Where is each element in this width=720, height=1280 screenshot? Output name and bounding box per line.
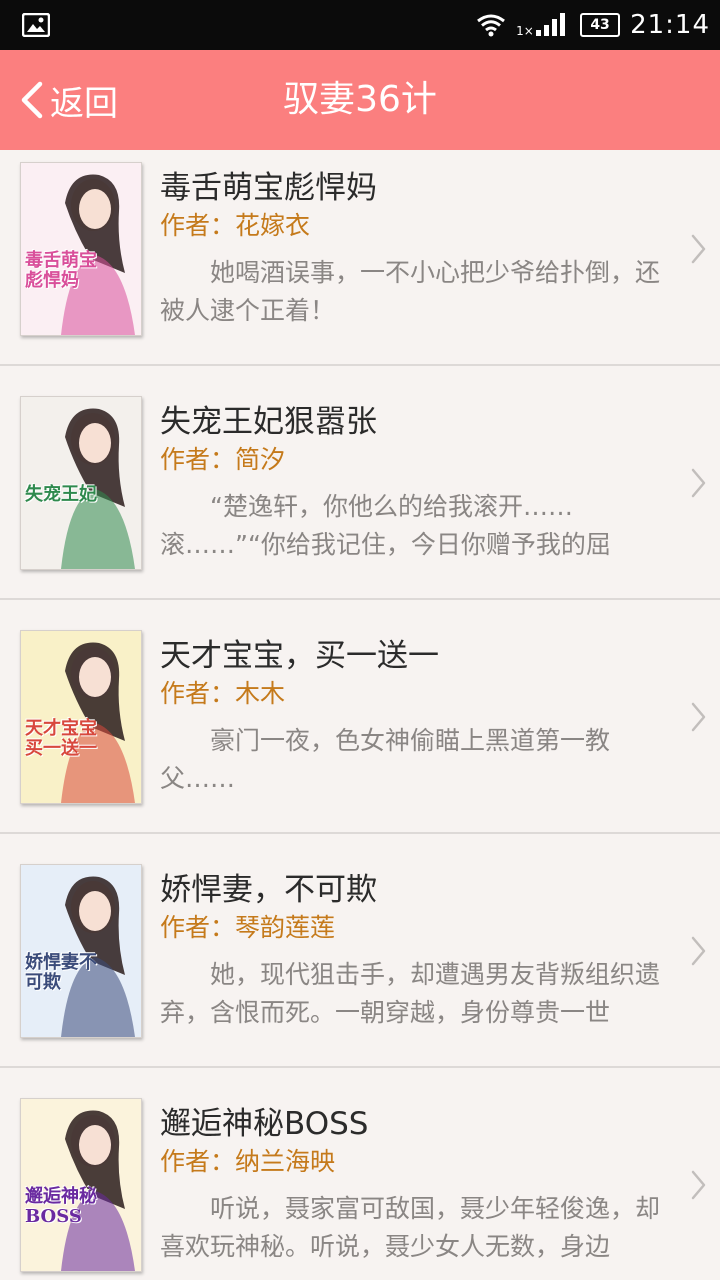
battery-level: 43 [590, 17, 610, 33]
book-author: 作者：木木 [160, 674, 285, 710]
book-cover-text: 娇悍妻不可欺 [25, 952, 97, 993]
image-icon [22, 13, 50, 37]
network-type: 1× [516, 24, 534, 38]
book-cover-text: 失宠王妃 [25, 484, 97, 505]
book-list-item[interactable]: 邂逅神秘BOSS 邂逅神秘BOSS 作者：纳兰海映 听说，聂家富可敌国，聂少年轻俊逸，… [0, 1068, 720, 1280]
author-prefix: 作者： [160, 445, 236, 474]
author-name: 纳兰海映 [235, 1147, 336, 1176]
book-cover-image: 娇悍妻不可欺 [20, 864, 142, 1038]
book-author: 作者：花嫁衣 [160, 206, 310, 242]
book-title: 天才宝宝，买一送一 [160, 638, 439, 674]
battery-icon: 43 [580, 13, 621, 37]
author-prefix: 作者： [160, 913, 236, 942]
author-name: 木木 [235, 679, 286, 708]
back-button[interactable]: 返回 [18, 50, 118, 150]
book-cover-image: 天才宝宝买一送一 [20, 630, 142, 804]
wifi-icon [477, 14, 505, 37]
back-label: 返回 [50, 83, 118, 124]
signal-icon: 1× [516, 10, 570, 40]
book-author: 作者：琴韵莲莲 [160, 908, 335, 944]
chevron-right-icon [691, 936, 706, 966]
book-list-item[interactable]: 娇悍妻不可欺 娇悍妻，不可欺 作者：琴韵莲莲 她，现代狙击手，却遭遇男友背叛组织遗弃，… [0, 834, 720, 1068]
book-list-item[interactable]: 失宠王妃 失宠王妃狠嚣张 作者：简汐 “楚逸轩，你他么的给我滚开……滚……”“你给我记… [0, 366, 720, 600]
book-cover-image: 毒舌萌宝彪悍妈 [20, 162, 142, 336]
book-cover-image: 失宠王妃 [20, 396, 142, 570]
author-name: 简汐 [235, 445, 286, 474]
chevron-right-icon [691, 468, 706, 498]
chevron-left-icon [21, 81, 43, 119]
status-bar: 1× 43 21:14 [0, 0, 720, 50]
book-list-item[interactable]: 天才宝宝买一送一 天才宝宝，买一送一 作者：木木 豪门一夜，色女神偷瞄上黑道第一教父…… [0, 600, 720, 834]
book-title: 邂逅神秘BOSS [160, 1106, 369, 1142]
author-prefix: 作者： [160, 1147, 236, 1176]
book-list-item[interactable]: 毒舌萌宝彪悍妈 毒舌萌宝彪悍妈 作者：花嫁衣 她喝酒误事，一不小心把少爷给扑倒，还被人… [0, 150, 720, 366]
author-prefix: 作者： [160, 211, 236, 240]
chevron-right-icon [691, 1170, 706, 1200]
author-name: 琴韵莲莲 [235, 913, 336, 942]
book-author: 作者：纳兰海映 [160, 1142, 335, 1178]
book-description: “楚逸轩，你他么的给我滚开……滚……”“你给我记住，今日你赠予我的屈辱， [160, 492, 611, 559]
book-description: 她，现代狙击手，却遭遇男友背叛组织遗弃，含恨而死。一朝穿越，身份尊贵一世 [160, 960, 660, 1027]
book-title: 毒舌萌宝彪悍妈 [160, 170, 377, 206]
book-cover-image: 邂逅神秘BOSS [20, 1098, 142, 1272]
book-author: 作者：简汐 [160, 440, 285, 476]
author-name: 花嫁衣 [235, 211, 311, 240]
book-cover-text: 天才宝宝买一送一 [25, 718, 97, 759]
chevron-right-icon [691, 234, 706, 264]
author-prefix: 作者： [160, 679, 236, 708]
book-cover-text: 毒舌萌宝彪悍妈 [25, 250, 97, 291]
book-description: 听说，聂家富可敌国，聂少年轻俊逸，却喜欢玩神秘。听说，聂少女人无数，身边 [160, 1194, 660, 1261]
book-cover-text: 邂逅神秘BOSS [25, 1186, 97, 1227]
book-list: 毒舌萌宝彪悍妈 毒舌萌宝彪悍妈 作者：花嫁衣 她喝酒误事，一不小心把少爷给扑倒，还被人… [0, 150, 720, 1280]
status-time: 21:14 [630, 10, 710, 40]
book-title: 失宠王妃狠嚣张 [160, 404, 377, 440]
book-description: 豪门一夜，色女神偷瞄上黑道第一教父…… [160, 726, 611, 793]
app-header: 返回 驭妻36计 [0, 50, 720, 150]
chevron-right-icon [691, 702, 706, 732]
book-title: 娇悍妻，不可欺 [160, 872, 377, 908]
book-description: 她喝酒误事，一不小心把少爷给扑倒，还被人逮个正着！ [160, 258, 660, 325]
